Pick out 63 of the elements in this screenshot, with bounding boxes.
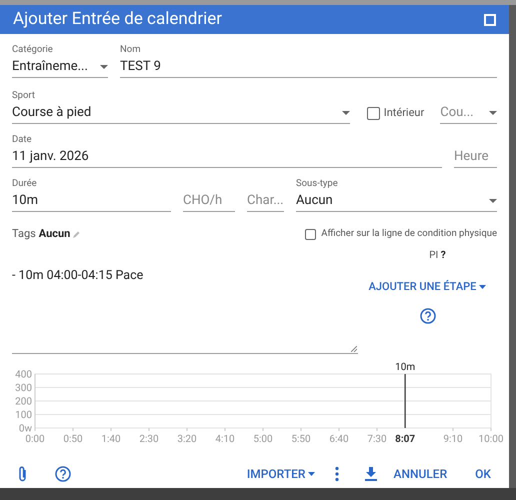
dialog-title: Ajouter Entrée de calendrier xyxy=(13,8,222,31)
axis-tick-label: 7:30 xyxy=(367,434,387,444)
dropdown[interactable]: Cou... xyxy=(440,102,497,124)
axis-tick-label: 9:10 xyxy=(443,434,463,444)
field-label: Date xyxy=(12,134,33,146)
axis-tick-label: 100 xyxy=(15,410,32,421)
field-label: Catégorie xyxy=(12,44,54,56)
caret-icon xyxy=(489,110,497,114)
cursor-label: 10m xyxy=(395,362,416,373)
caret-icon xyxy=(342,110,350,114)
checkbox[interactable] xyxy=(366,106,380,120)
checkbox[interactable] xyxy=(305,228,316,240)
add-step-button[interactable]: AJOUTER UNE ÉTAPE xyxy=(368,279,486,296)
axis-tick-label: 400 xyxy=(15,370,32,380)
download-icon[interactable] xyxy=(365,467,378,481)
cursor-time-label: 8:07 xyxy=(395,434,416,444)
input-field[interactable]: 11 janv. 2026 xyxy=(12,146,442,168)
pi-label: PI ? xyxy=(429,249,446,263)
field-label: Sous-type xyxy=(296,178,339,190)
axis-tick-label: 10:00 xyxy=(478,434,504,444)
axis-tick-label: 0:50 xyxy=(63,434,83,444)
tags-value[interactable]: Aucun xyxy=(38,226,70,242)
axis-tick-label: 1:40 xyxy=(101,434,121,444)
axis-tick-label: 6:40 xyxy=(329,434,349,444)
input-field[interactable]: CHO/h xyxy=(183,190,235,212)
caret-icon xyxy=(479,285,486,290)
field-label: Durée xyxy=(12,178,38,190)
paperclip-icon[interactable] xyxy=(18,465,28,483)
maximize-icon[interactable] xyxy=(484,14,496,26)
input-field[interactable]: Heure xyxy=(454,146,497,168)
ok-button[interactable]: OK xyxy=(475,465,491,483)
caret-icon xyxy=(308,472,316,476)
dropdown[interactable]: Aucun xyxy=(296,190,497,212)
help-icon[interactable] xyxy=(55,466,71,482)
workout-textarea[interactable]: - 10m 04:00-04:15 Pace xyxy=(12,248,358,354)
axis-tick-label: 5:00 xyxy=(253,434,273,444)
checkbox-label: Intérieur xyxy=(384,104,424,121)
axis-tick-label: 0:00 xyxy=(25,434,45,444)
checkbox-label: Afficher sur la ligne de condition physique xyxy=(321,226,497,241)
axis-tick-label: 0w xyxy=(18,424,32,434)
axis-tick-label: 5:50 xyxy=(291,434,311,444)
dropdown[interactable]: Entraîneme... xyxy=(12,56,108,78)
input-field[interactable]: TEST 9 xyxy=(120,56,497,78)
axis-tick-label: 2:30 xyxy=(139,434,159,444)
field-label: Sport xyxy=(12,90,36,102)
caret-icon xyxy=(100,64,108,68)
help-icon[interactable] xyxy=(420,308,436,324)
axis-tick-label: 300 xyxy=(15,383,32,394)
axis-tick-label: 200 xyxy=(15,396,32,408)
resize-handle-icon[interactable] xyxy=(351,346,357,352)
workout-text: - 10m 04:00-04:15 Pace xyxy=(12,268,144,283)
tags-label: Tags xyxy=(12,226,36,242)
axis-tick-label: 3:20 xyxy=(177,434,197,444)
caret-icon xyxy=(489,198,497,202)
cursor-line xyxy=(404,374,406,428)
dropdown[interactable]: Course à pied xyxy=(12,102,350,124)
cancel-button[interactable]: ANNULER xyxy=(393,465,448,483)
more-icon[interactable] xyxy=(335,466,340,482)
axis-tick-label: 4:10 xyxy=(215,434,235,444)
input-field[interactable]: 10m xyxy=(12,190,171,212)
field-label: Nom xyxy=(120,44,142,56)
import-button[interactable]: IMPORTER xyxy=(246,465,316,483)
input-field[interactable]: Char... xyxy=(247,190,284,212)
